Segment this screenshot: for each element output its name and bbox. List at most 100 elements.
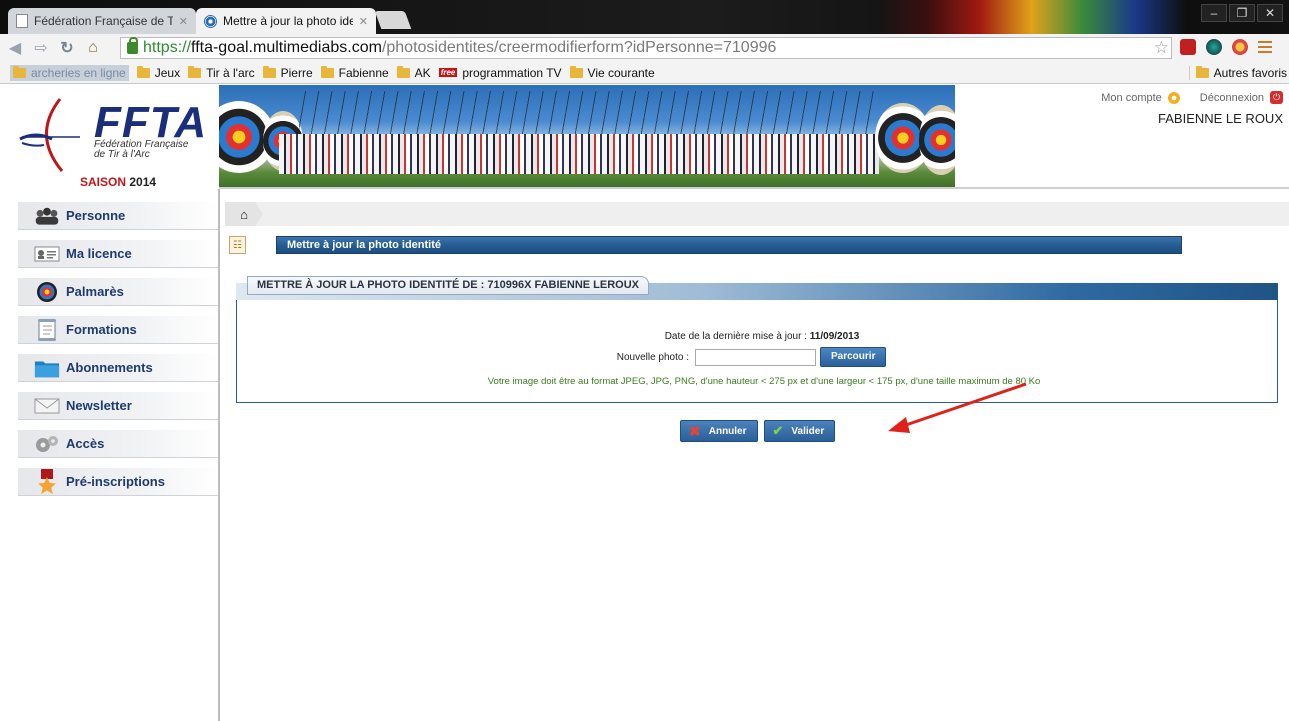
account-links: Mon compte Déconnexion ⏻ (1101, 91, 1283, 104)
home-icon[interactable]: ⌂ (82, 37, 104, 59)
season-word: SAISON (80, 175, 127, 189)
sidebar-item-acces[interactable]: Accès (18, 430, 218, 458)
bookmark-item[interactable]: AK (396, 65, 431, 80)
sidebar-item-abonnements[interactable]: Abonnements (18, 354, 218, 382)
bookmark-item[interactable]: free programmation TV (438, 66, 562, 80)
photo-file-input[interactable] (695, 348, 816, 366)
validate-button-label: Valider (791, 425, 825, 437)
cancel-button-label: Annuler (708, 425, 747, 437)
extension-icon[interactable] (1232, 39, 1248, 55)
bookmark-label: Vie courante (587, 65, 655, 80)
header-banner-photo (219, 85, 955, 188)
browser-toolbar: ◀ ⇨ ↻ ⌂ https://ffta-goal.multimediabs.c… (0, 34, 1289, 62)
archery-target-icon (919, 105, 955, 175)
id-card-icon (34, 243, 60, 265)
bookmark-label: AK (414, 65, 431, 80)
sidebar-menu: Personne Ma licence Palmarès Formations … (18, 202, 218, 506)
other-bookmarks[interactable]: Autres favoris (1188, 66, 1287, 80)
menu-icon[interactable] (1258, 41, 1272, 53)
sidebar-item-personne[interactable]: Personne (18, 202, 218, 230)
new-tab-button[interactable] (374, 11, 412, 29)
header-divider (219, 187, 1289, 189)
browser-tab-bar: Fédération Française de Ti ✕ Mettre à jo… (0, 0, 1289, 34)
last-update-label: Date de la dernière mise à jour : (664, 331, 807, 342)
season-label: SAISON 2014 (80, 175, 156, 189)
globe-icon (204, 14, 217, 28)
format-hint: Votre image doit être au format JPEG, JP… (487, 376, 1041, 387)
bookmark-label: Jeux (154, 65, 181, 80)
tab-title: Mettre à jour la photo ide (223, 14, 353, 28)
cancel-x-icon: ✖ (689, 423, 701, 439)
sidebar-item-label: Accès (66, 436, 105, 451)
medal-icon (34, 468, 60, 494)
reload-icon[interactable]: ↻ (56, 37, 78, 59)
account-icon[interactable] (1167, 91, 1180, 104)
document-icon (16, 14, 28, 28)
close-icon[interactable]: ✕ (179, 15, 188, 28)
extension-icon[interactable] (1206, 39, 1222, 55)
folder-icon (396, 65, 410, 78)
close-window-icon[interactable]: ✕ (1257, 4, 1283, 22)
people-icon (34, 205, 60, 227)
form-actions: ✖ Annuler ✔ Valider (680, 420, 836, 442)
sitemap-icon[interactable]: ☷ (229, 236, 246, 254)
url-host: ffta-goal.multimediabs.com (191, 39, 382, 56)
bookmark-item[interactable]: Fabienne (320, 65, 389, 80)
breadcrumb: ⌂ (225, 202, 1289, 226)
my-account-link[interactable]: Mon compte (1101, 92, 1162, 104)
bookmark-item[interactable]: Jeux (136, 65, 181, 80)
sidebar-item-palmares[interactable]: Palmarès (18, 278, 218, 306)
browser-tab-ffta[interactable]: Fédération Française de Ti ✕ (8, 8, 196, 34)
bookmark-item[interactable]: Vie courante (569, 65, 655, 80)
ffta-logo[interactable]: FFTA Fédération Française de Tir à l'Arc… (0, 85, 219, 189)
sidebar-item-pre-inscriptions[interactable]: Pré-inscriptions (18, 468, 218, 496)
minimize-icon[interactable]: – (1201, 4, 1227, 22)
validate-button[interactable]: ✔ Valider (763, 420, 836, 442)
browser-tab-photo[interactable]: Mettre à jour la photo ide ✕ (196, 8, 376, 34)
archer-logo-icon (19, 98, 80, 172)
restore-icon[interactable]: ❐ (1229, 4, 1255, 22)
bookmark-item[interactable]: Tir à l'arc (188, 65, 255, 80)
folder-icon (13, 65, 26, 78)
forward-arrow-icon[interactable]: ⇨ (30, 37, 52, 59)
gmail-icon[interactable] (1180, 39, 1196, 55)
user-name: FABIENNE LE ROUX (1158, 111, 1283, 126)
bookmarks-bar: archeries en ligne Jeux Tir à l'arc Pier… (0, 62, 1289, 84)
envelope-icon (34, 395, 60, 417)
folder-icon (188, 65, 202, 78)
sidebar-item-label: Pré-inscriptions (66, 474, 165, 489)
sidebar-item-ma-licence[interactable]: Ma licence (18, 240, 218, 268)
sidebar-item-label: Palmarès (66, 284, 124, 299)
browse-button[interactable]: Parcourir (820, 347, 887, 367)
last-update-value: 11/09/2013 (809, 331, 860, 342)
sidebar-divider (218, 189, 220, 721)
checkmark-icon: ✔ (772, 423, 784, 438)
bookmark-label: Pierre (280, 65, 313, 80)
close-icon[interactable]: ✕ (359, 15, 368, 28)
sidebar-item-formations[interactable]: Formations (18, 316, 218, 344)
back-arrow-icon[interactable]: ◀ (4, 37, 26, 59)
bookmark-item[interactable]: archeries en ligne (10, 64, 129, 81)
folder-icon (1195, 66, 1209, 78)
page: FFTA Fédération Française de Tir à l'Arc… (0, 85, 1289, 721)
bookmark-star-icon[interactable]: ☆ (1154, 38, 1169, 58)
bookmark-item[interactable]: Pierre (262, 65, 313, 80)
cancel-button[interactable]: ✖ Annuler (680, 420, 758, 442)
user-zone: Mon compte Déconnexion ⏻ FABIENNE LE ROU… (1101, 91, 1283, 126)
address-bar[interactable]: https://ffta-goal.multimediabs.com/photo… (120, 37, 1172, 59)
crowd-decoration (279, 134, 879, 174)
bookmark-label: Tir à l'arc (206, 65, 255, 80)
scroll-icon (34, 318, 60, 341)
sidebar-item-newsletter[interactable]: Newsletter (18, 392, 218, 420)
sidebar-item-label: Formations (66, 322, 137, 337)
url-scheme: https:// (143, 39, 192, 56)
logo-subtitle-line: de Tir à l'Arc (94, 149, 150, 160)
sidebar-item-label: Newsletter (66, 398, 132, 413)
power-icon[interactable]: ⏻ (1270, 91, 1283, 104)
logout-link[interactable]: Déconnexion (1200, 92, 1264, 104)
sidebar-item-label: Abonnements (66, 360, 153, 375)
bookmark-label: archeries en ligne (31, 65, 126, 80)
tab-title: Fédération Française de Ti (34, 14, 173, 28)
home-icon[interactable]: ⌂ (225, 202, 263, 226)
folder-icon (262, 65, 276, 78)
